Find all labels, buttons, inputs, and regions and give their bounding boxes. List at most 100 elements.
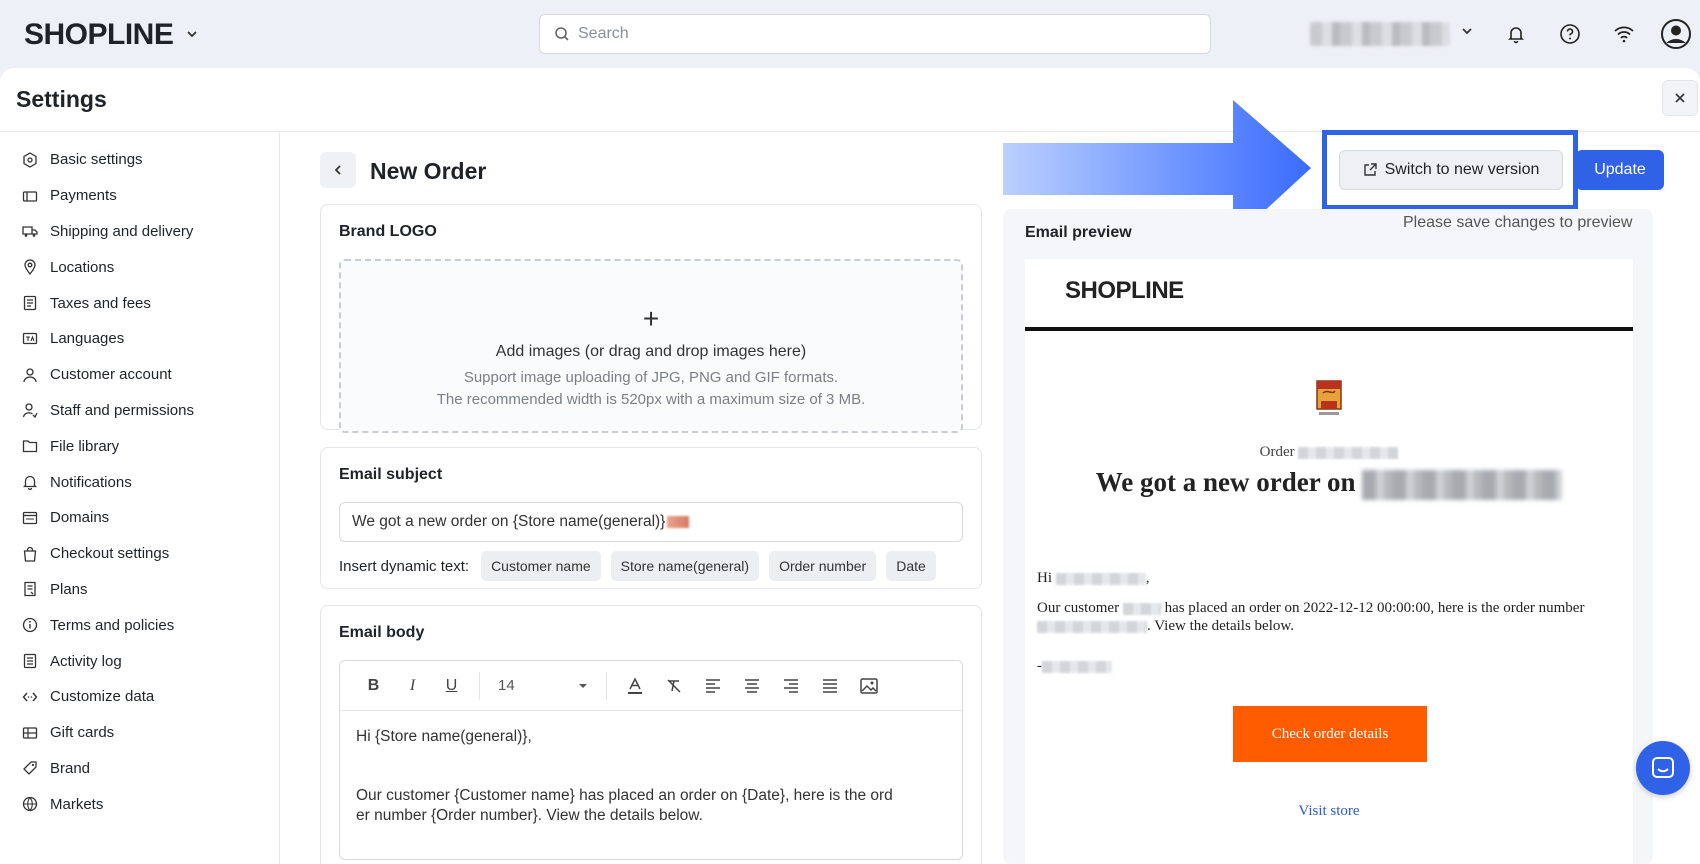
email-brand-logo: SHOPLINE — [1065, 277, 1184, 304]
sidebar-item-domains[interactable]: Domains — [0, 500, 279, 536]
email-signature: - — [1037, 657, 1627, 675]
search-placeholder: Search — [578, 25, 629, 42]
page-title: New Order — [370, 158, 487, 184]
body-part-b: has placed an order on 2022-12-12 00:00:… — [1164, 600, 1585, 616]
chip-order-number[interactable]: Order number — [769, 551, 877, 581]
search-input[interactable]: Search — [539, 14, 1211, 54]
toolbar-divider — [606, 671, 607, 700]
back-button[interactable] — [320, 152, 356, 188]
switch-version-label: Switch to new version — [1384, 161, 1540, 178]
align-right-icon[interactable] — [771, 671, 810, 701]
sidebar-item-basic-settings[interactable]: Basic settings — [0, 142, 279, 178]
email-subject-input[interactable]: We got a new order on {Store name(genera… — [339, 502, 963, 542]
align-center-icon[interactable] — [732, 671, 771, 701]
close-icon — [1675, 93, 1685, 103]
sidebar-item-label: Payments — [50, 187, 117, 205]
text-color-icon[interactable] — [615, 671, 654, 701]
close-button[interactable] — [1662, 80, 1698, 116]
order-label: Order — [1259, 444, 1295, 460]
basic-settings-icon — [22, 152, 38, 168]
greeting-hi: Hi — [1037, 570, 1052, 586]
account-name-redacted[interactable] — [1310, 22, 1450, 46]
body-line-3: er number {Order number}. View the detai… — [356, 807, 703, 824]
image-upload-dropzone[interactable]: + Add images (or drag and drop images he… — [339, 259, 963, 433]
editor-toolbar: B I U 14 — [340, 661, 962, 711]
sidebar-item-label: File library — [50, 437, 120, 455]
sidebar-item-languages[interactable]: Languages — [0, 321, 279, 357]
chip-customer-name[interactable]: Customer name — [481, 551, 601, 581]
sidebar-item-checkout-settings[interactable]: Checkout settings — [0, 536, 279, 572]
sidebar-item-label: Customize data — [50, 688, 155, 706]
language-icon — [22, 331, 38, 347]
sidebar-item-taxes-and-fees[interactable]: Taxes and fees — [0, 285, 279, 321]
body-line-greeting: Hi {Store name(general)}, — [356, 728, 532, 745]
font-size-select[interactable]: 14 — [488, 677, 598, 694]
font-size-value: 14 — [498, 677, 515, 694]
info-icon — [22, 617, 38, 633]
bag-icon — [22, 546, 38, 562]
bold-icon[interactable]: B — [354, 671, 393, 701]
chat-support-button[interactable] — [1636, 741, 1690, 795]
bell-icon[interactable] — [1502, 20, 1530, 48]
sidebar-item-label: Staff and permissions — [50, 401, 194, 419]
sidebar-item-gift-cards[interactable]: Gift cards — [0, 715, 279, 751]
gift-card-icon — [22, 725, 38, 741]
settings-title: Settings — [16, 86, 107, 112]
clear-format-icon[interactable] — [654, 671, 693, 701]
sidebar-item-customize-data[interactable]: Customize data — [0, 679, 279, 715]
justify-icon[interactable] — [810, 671, 849, 701]
align-left-icon[interactable] — [693, 671, 732, 701]
insert-image-icon[interactable] — [849, 671, 888, 701]
sidebar-item-locations[interactable]: Locations — [0, 249, 279, 285]
account-chevron-down-icon[interactable] — [1460, 24, 1474, 41]
sidebar-item-payments[interactable]: Payments — [0, 178, 279, 214]
sidebar-item-label: Basic settings — [50, 151, 143, 169]
sidebar-item-notifications[interactable]: Notifications — [0, 464, 279, 500]
body-line-2: Our customer {Customer name} has placed … — [356, 787, 893, 804]
sidebar-item-label: Locations — [50, 258, 115, 276]
italic-icon[interactable]: I — [393, 671, 432, 701]
upload-instruction: Add images (or drag and drop images here… — [495, 343, 807, 360]
tax-icon — [22, 295, 38, 311]
underline-icon[interactable]: U — [432, 671, 471, 701]
email-headline: We got a new order on — [1025, 467, 1633, 500]
sidebar-item-terms-and-policies[interactable]: Terms and policies — [0, 607, 279, 643]
sidebar-item-file-library[interactable]: File library — [0, 428, 279, 464]
redacted-name — [1055, 572, 1146, 585]
check-order-details-button[interactable]: Check order details — [1233, 706, 1427, 762]
wifi-icon[interactable] — [1610, 20, 1638, 48]
search-icon — [555, 27, 569, 41]
store-switcher-chevron-icon[interactable] — [185, 27, 199, 44]
sidebar-item-activity-log[interactable]: Activity log — [0, 643, 279, 679]
shopline-logo[interactable]: SHOPLINE — [24, 18, 199, 52]
payments-icon — [22, 188, 38, 204]
top-bar: SHOPLINE Search — [0, 0, 1700, 68]
email-greeting: Hi , — [1037, 570, 1150, 586]
plans-icon — [22, 581, 38, 597]
email-preview-frame: SHOPLINE Order We got a new order on Hi … — [1025, 259, 1633, 864]
update-button[interactable]: Update — [1576, 150, 1664, 190]
help-icon[interactable] — [1556, 20, 1584, 48]
sidebar-item-label: Activity log — [50, 652, 122, 670]
sidebar-item-label: Plans — [50, 580, 88, 598]
sidebar-item-plans[interactable]: Plans — [0, 572, 279, 608]
chip-store-name[interactable]: Store name(general) — [610, 551, 760, 581]
chip-date[interactable]: Date — [886, 551, 936, 581]
bell-icon — [22, 474, 38, 491]
sidebar-item-shipping-and-delivery[interactable]: Shipping and delivery — [0, 214, 279, 250]
visit-store-link[interactable]: Visit store — [1025, 803, 1633, 820]
sidebar-item-staff-and-permissions[interactable]: Staff and permissions — [0, 393, 279, 429]
email-header-rule — [1025, 327, 1633, 331]
sidebar-item-markets[interactable]: Markets — [0, 786, 279, 822]
brand-logo-title: Brand LOGO — [339, 223, 437, 240]
code-icon — [22, 689, 38, 705]
staff-icon — [22, 402, 38, 419]
sidebar-item-customer-account[interactable]: Customer account — [0, 357, 279, 393]
location-pin-icon — [22, 259, 38, 276]
rich-text-editor: B I U 14 Hi {Store name(general)}, Our c… — [339, 660, 963, 860]
editor-content[interactable]: Hi {Store name(general)}, Our customer {… — [340, 711, 962, 842]
sidebar-item-brand[interactable]: Brand — [0, 751, 279, 787]
switch-version-button[interactable]: Switch to new version — [1339, 150, 1563, 190]
avatar-icon[interactable] — [1660, 18, 1692, 50]
email-preview-title: Email preview — [1025, 224, 1132, 241]
